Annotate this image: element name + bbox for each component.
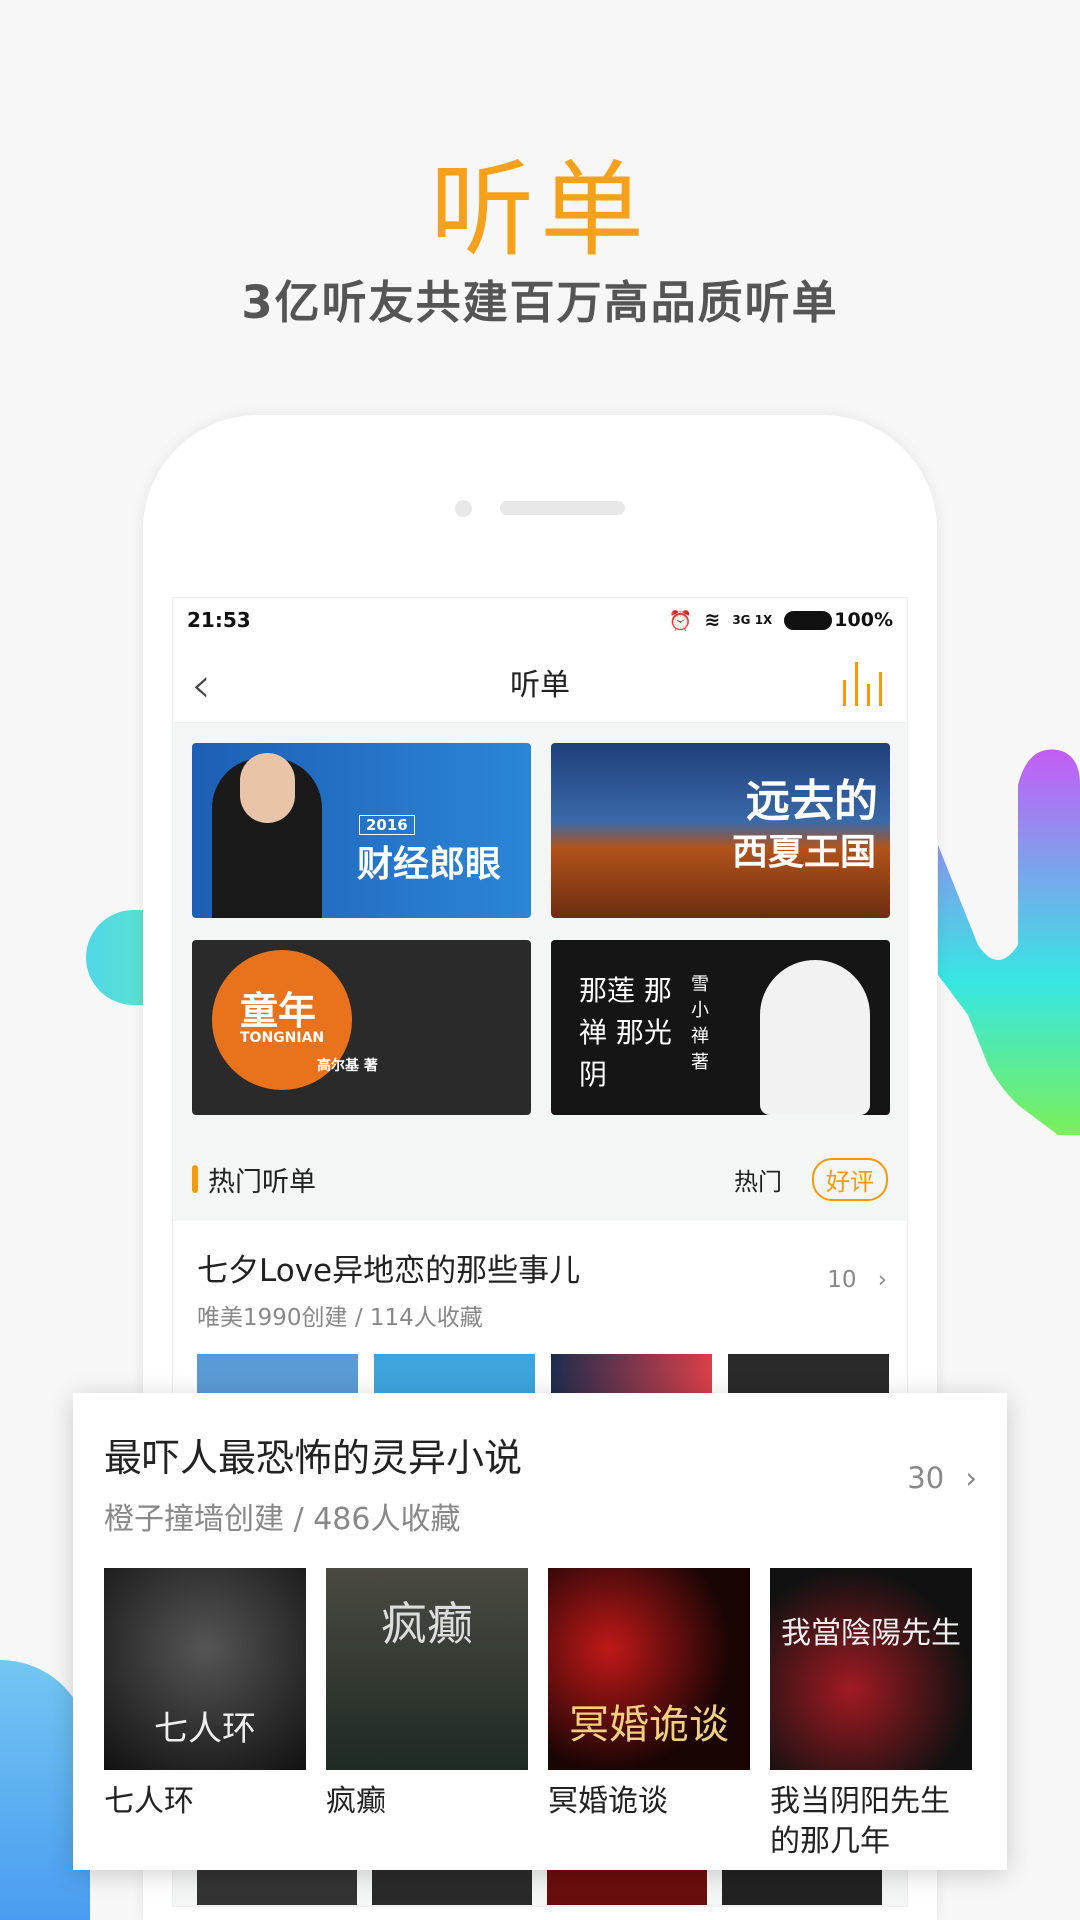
- wifi-icon: ≋: [704, 609, 721, 631]
- count-value: 10: [827, 1267, 857, 1293]
- banner-title: 远去的: [746, 776, 878, 827]
- book-cover: 冥婚诡谈: [548, 1568, 750, 1770]
- banner-author: 高尔基 著: [317, 1058, 378, 1074]
- alarm-icon: ⏰: [668, 609, 693, 632]
- section-header: 热门听单 热门 好评: [173, 1137, 907, 1221]
- book-cover: 疯癫: [326, 1568, 528, 1770]
- battery-level: 100%: [834, 609, 893, 631]
- thumbnail: [197, 1870, 357, 1905]
- section-title: 热门听单: [208, 1166, 316, 1198]
- list-item-count: 10 ›: [827, 1267, 887, 1293]
- banner-year: 2016: [359, 815, 415, 835]
- hero-subtitle: 3亿听友共建百万高品质听单: [241, 276, 839, 329]
- featured-count: 30 ›: [907, 1461, 977, 1495]
- status-bar: 21:53 ⏰ ≋ 3G 1X 100%: [173, 598, 907, 642]
- banner-tongnian[interactable]: 童年 TONGNIAN 高尔基 著: [192, 940, 531, 1115]
- status-time: 21:53: [187, 608, 251, 632]
- featured-title: 最吓人最恐怖的灵异小说: [104, 1436, 523, 1480]
- book-cover: 我當陰陽先生: [770, 1568, 972, 1770]
- book-item[interactable]: 疯癫 疯癫: [326, 1568, 528, 1862]
- cover-text: 疯癫: [381, 1597, 473, 1651]
- thumbnail: [372, 1870, 532, 1905]
- section-accent-bar: [192, 1165, 198, 1193]
- battery-icon: [784, 610, 833, 630]
- book-title: 我当阴阳先生的那几年: [770, 1784, 950, 1859]
- book-item[interactable]: 七人环 七人环: [104, 1568, 306, 1862]
- list-item-meta: 唯美1990创建 / 114人收藏: [197, 1305, 483, 1331]
- signal-icon: 3G 1X: [732, 613, 773, 627]
- peek-covers: [197, 1870, 882, 1905]
- tab-hot[interactable]: 热门: [734, 1162, 782, 1197]
- banner-title: 那莲 那禅 那光阴: [579, 974, 672, 1091]
- featured-meta: 橙子撞墙创建 / 486人收藏: [104, 1502, 461, 1537]
- count-value: 30: [907, 1461, 945, 1495]
- book-title: 疯癫: [326, 1784, 386, 1819]
- banner-title: 童年: [240, 989, 317, 1033]
- cover-text: 冥婚诡谈: [569, 1702, 729, 1748]
- book-title: 冥婚诡谈: [548, 1784, 668, 1819]
- banner-caijing[interactable]: 2016 财经郎眼: [192, 743, 531, 918]
- chevron-right-icon: ›: [877, 1267, 887, 1293]
- nav-bar: ‹ 听单: [173, 642, 907, 723]
- book-title: 七人环: [104, 1784, 194, 1819]
- banner-grid: 2016 财经郎眼 远去的 西夏王国 童年 TONGNIAN 高尔基 著 那莲 …: [173, 723, 907, 1115]
- banner-xixia[interactable]: 远去的 西夏王国: [551, 743, 890, 918]
- list-item-title: 七夕Love异地恋的那些事儿: [197, 1253, 581, 1289]
- chevron-left-icon[interactable]: ‹: [191, 656, 211, 714]
- book-item[interactable]: 我當陰陽先生 我当阴阳先生的那几年: [770, 1568, 972, 1862]
- chevron-right-icon: ›: [965, 1461, 977, 1495]
- featured-list-card[interactable]: 最吓人最恐怖的灵异小说 橙子撞墙创建 / 486人收藏 30 › 七人环 七人环…: [73, 1393, 1007, 1870]
- equalizer-bars-icon[interactable]: [843, 662, 882, 706]
- book-item[interactable]: 冥婚诡谈 冥婚诡谈: [548, 1568, 750, 1862]
- phone-speaker: [500, 501, 625, 515]
- banner-nalian[interactable]: 那莲 那禅 那光阴 雪小禅 著: [551, 940, 890, 1115]
- cover-text: 我當陰陽先生: [781, 1616, 961, 1651]
- decorative-gradient-shape: [938, 745, 1080, 1135]
- cover-text: 七人环: [154, 1709, 256, 1749]
- banner-title: 财经郎眼: [357, 844, 502, 885]
- page-title: 听单: [510, 668, 570, 703]
- hero-title: 听单: [429, 149, 650, 271]
- thumbnail: [722, 1870, 882, 1905]
- banner-author: 雪小禅 著: [691, 974, 709, 1073]
- book-cover: 七人环: [104, 1568, 306, 1770]
- phone-camera: [455, 500, 472, 517]
- banner-subtitle: TONGNIAN: [240, 1030, 325, 1046]
- tab-top-rated[interactable]: 好评: [812, 1157, 888, 1201]
- book-covers: 七人环 七人环 疯癫 疯癫 冥婚诡谈 冥婚诡谈 我當陰陽先生 我当阴阳先生的那几…: [104, 1568, 976, 1862]
- banner-subtitle: 西夏王国: [731, 832, 876, 873]
- thumbnail: [547, 1870, 707, 1905]
